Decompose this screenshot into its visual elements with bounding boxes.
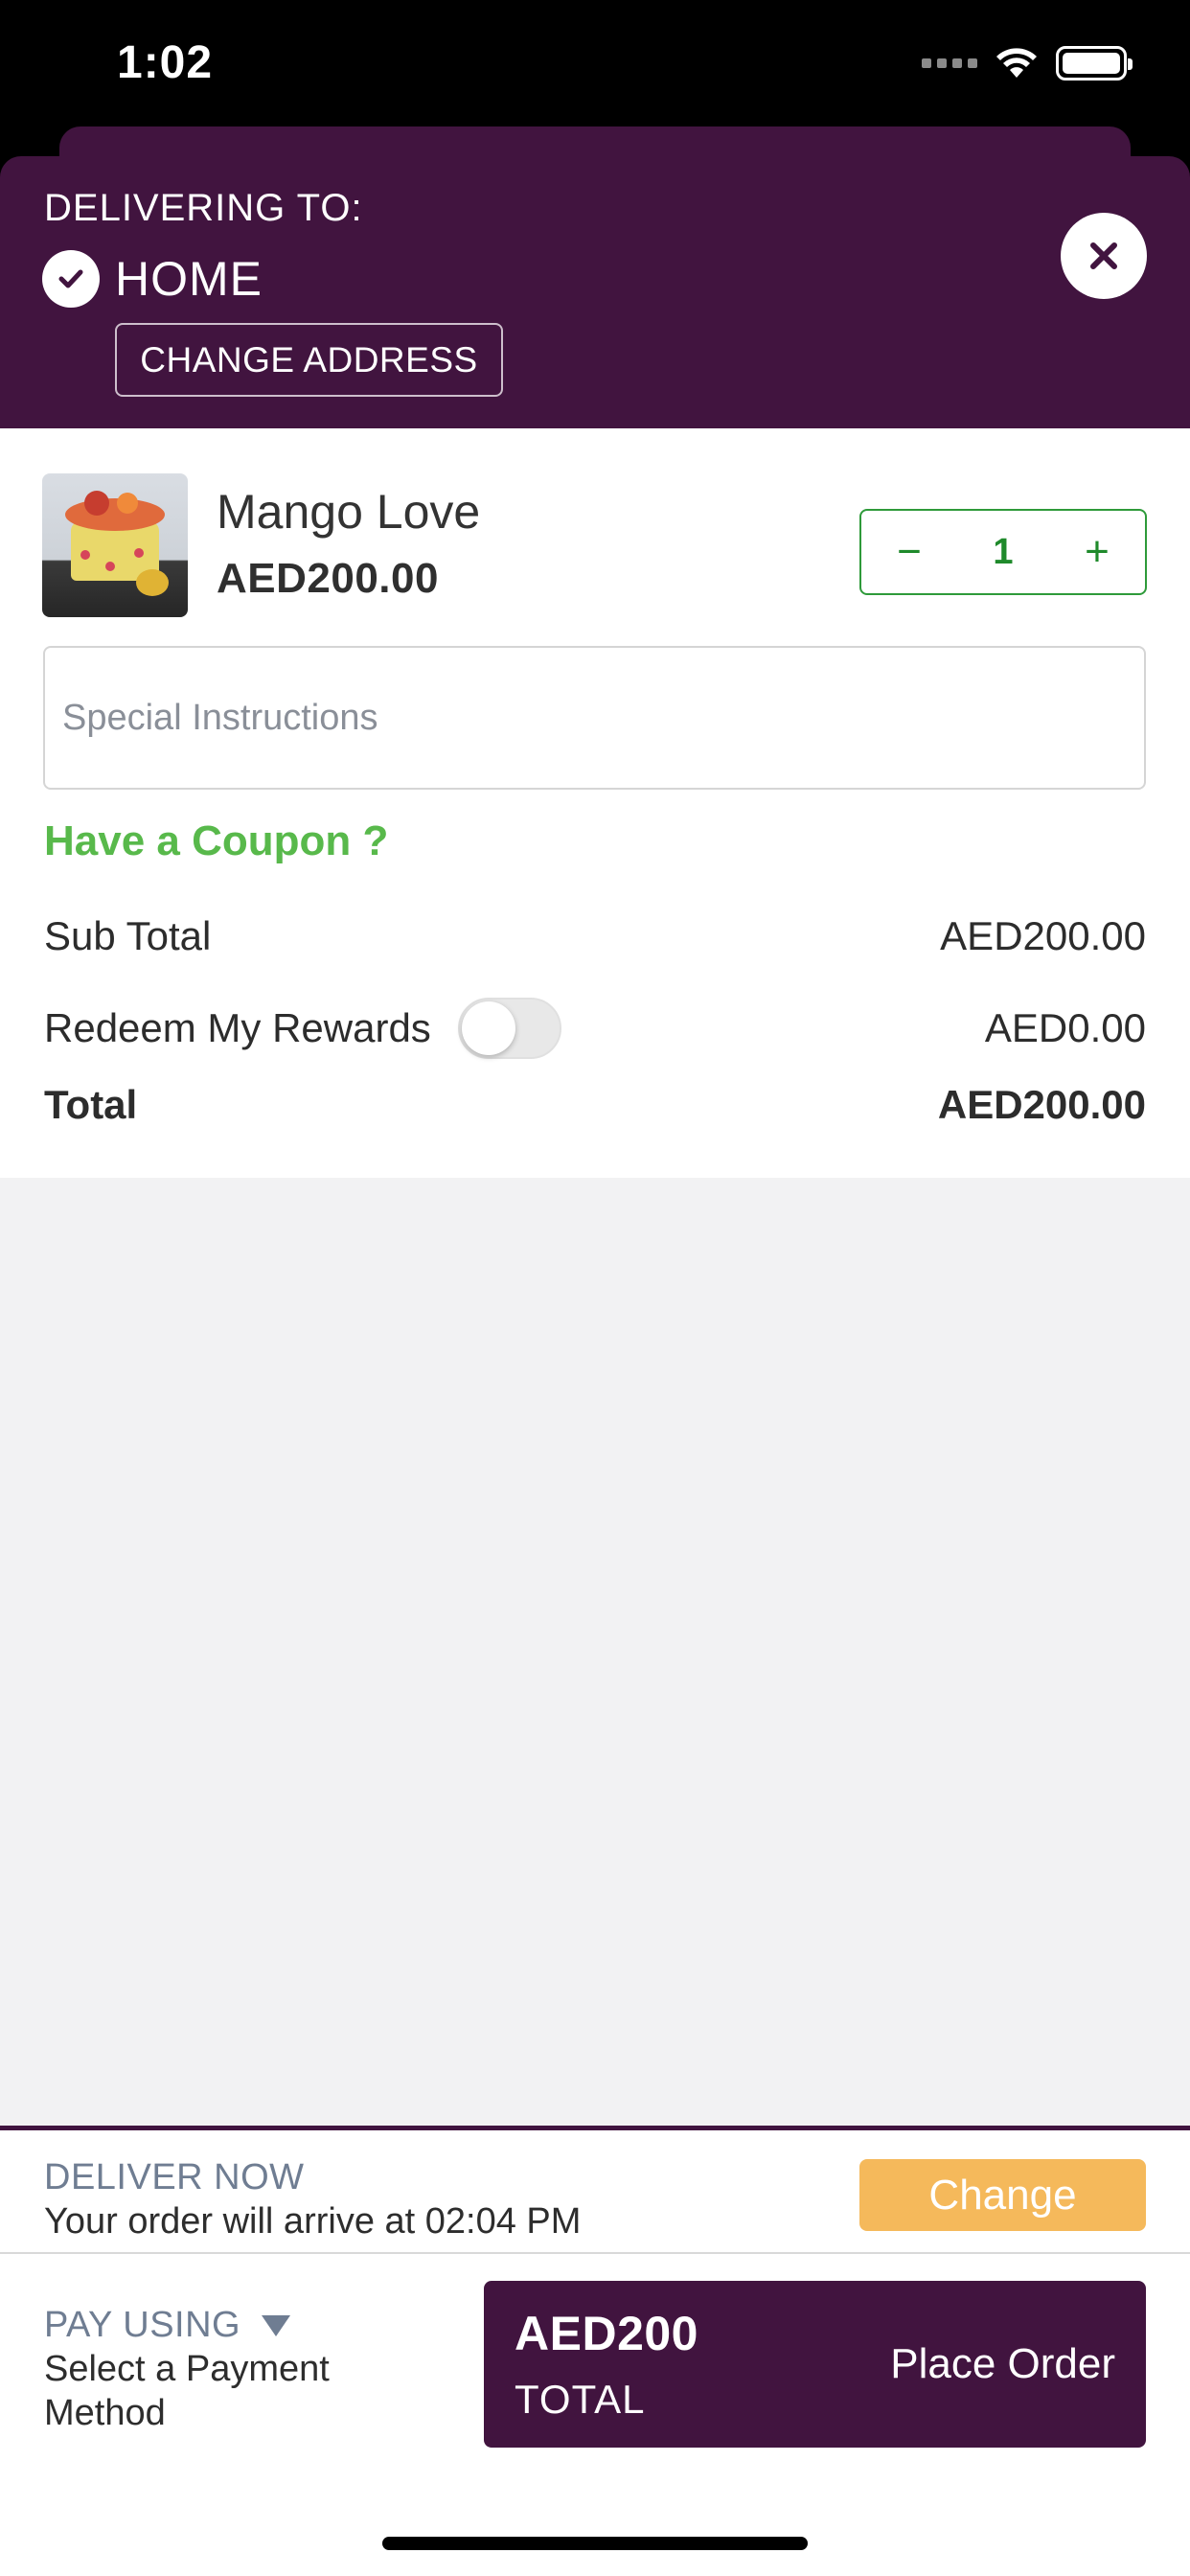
subtotal-row: Sub Total AED200.00 <box>44 913 1146 959</box>
triangle-down-icon <box>262 2314 291 2336</box>
status-bar: 1:02 <box>0 0 1190 134</box>
battery-icon <box>1056 46 1133 80</box>
special-instructions-placeholder: Special Instructions <box>62 697 378 738</box>
change-address-button[interactable]: CHANGE ADDRESS <box>115 323 503 397</box>
special-instructions-input[interactable]: Special Instructions <box>43 646 1146 790</box>
increase-quantity-button[interactable]: + <box>1078 531 1116 573</box>
coupon-link[interactable]: Have a Coupon ? <box>44 817 388 865</box>
close-icon <box>1090 242 1117 269</box>
decrease-quantity-button[interactable]: − <box>890 531 928 573</box>
quantity-value: 1 <box>993 531 1014 572</box>
check-circle-icon <box>42 250 100 308</box>
rewards-label: Redeem My Rewards <box>44 1005 431 1050</box>
empty-area <box>0 1178 1190 2126</box>
total-value: AED200.00 <box>937 1082 1146 1127</box>
address-name: HOME <box>115 252 263 306</box>
place-order-button[interactable]: AED200 TOTAL Place Order <box>484 2281 1146 2448</box>
rewards-row: Redeem My Rewards AED0.00 <box>44 998 1146 1059</box>
home-indicator <box>382 2537 808 2550</box>
quantity-stepper: − 1 + <box>859 509 1147 595</box>
change-delivery-time-button[interactable]: Change <box>859 2159 1146 2231</box>
status-icons <box>922 46 1133 80</box>
divider <box>0 2252 1190 2254</box>
product-image <box>42 473 188 617</box>
total-row: Total AED200.00 <box>44 1082 1146 1128</box>
delivery-mode-label: DELIVER NOW <box>44 2157 305 2197</box>
cellular-signal-icon <box>922 58 977 68</box>
delivery-header: DELIVERING TO: HOME CHANGE ADDRESS <box>0 156 1190 428</box>
pay-using-label: PAY USING <box>44 2305 241 2345</box>
payment-method-text[interactable]: Select a Payment Method <box>44 2347 446 2435</box>
checkout-panel: DELIVER NOW Your order will arrive at 02… <box>0 2126 1190 2576</box>
product-price: AED200.00 <box>217 555 439 602</box>
redeem-rewards-toggle[interactable] <box>457 998 561 1059</box>
status-time: 1:02 <box>117 37 214 88</box>
total-label: Total <box>44 1082 138 1127</box>
arrival-time-text: Your order will arrive at 02:04 PM <box>44 2201 582 2242</box>
place-order-label: Place Order <box>890 2340 1115 2387</box>
wifi-icon <box>996 48 1037 78</box>
order-total-label: TOTAL <box>515 2377 646 2422</box>
order-total-amount: AED200 <box>515 2307 698 2360</box>
pay-using-selector[interactable]: PAY USING <box>44 2305 292 2346</box>
selected-address: HOME <box>42 250 263 308</box>
delivering-to-label: DELIVERING TO: <box>44 187 363 229</box>
subtotal-label: Sub Total <box>44 913 212 958</box>
close-button[interactable] <box>1061 213 1147 299</box>
subtotal-value: AED200.00 <box>940 913 1146 958</box>
cart-content: Mango Love AED200.00 − 1 + Special Instr… <box>0 428 1190 1178</box>
rewards-value: AED0.00 <box>984 1005 1146 1050</box>
product-name: Mango Love <box>217 485 481 539</box>
